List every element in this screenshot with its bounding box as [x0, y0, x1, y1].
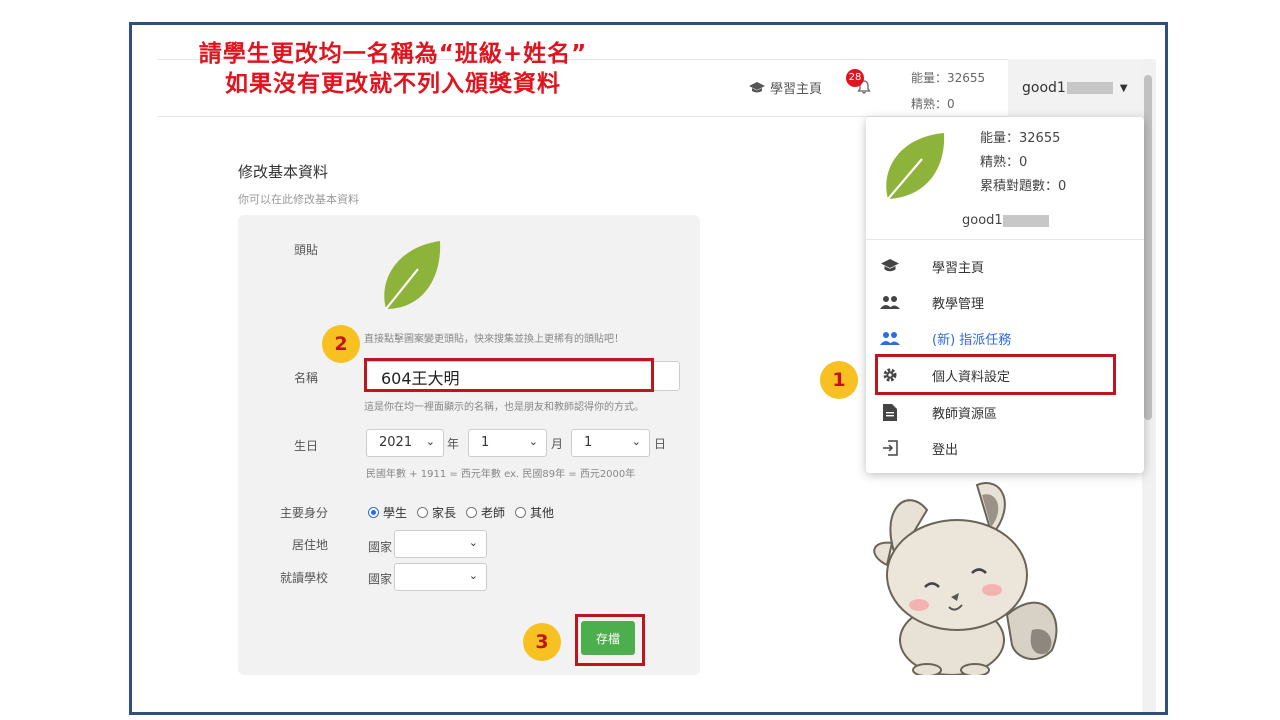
birth-day-select[interactable]: 1 ⌄ [571, 429, 650, 457]
menu-item-label: 教學管理 [932, 296, 985, 312]
dropdown-correct-count: 累積對題數：0 [980, 179, 1067, 194]
caret-down-icon: ▼ [1119, 82, 1128, 94]
dropdown-username-text: good1 [962, 213, 1003, 228]
user-menu-toggle[interactable]: good1 ▼ [1008, 59, 1142, 117]
menu-item-teacher-resources[interactable]: 教師資源區 [866, 394, 1144, 430]
document-icon [880, 402, 900, 422]
leaf-avatar-icon[interactable] [378, 239, 442, 315]
name-help: 這是你在均一裡面顯示的名稱，也是朋友和教師認得你的方式。 [364, 402, 644, 413]
radio-unchecked-icon [466, 507, 478, 518]
nav-username: good1 [1022, 80, 1066, 96]
month-unit: 月 [551, 437, 564, 451]
notification-count-badge: 28 [846, 69, 864, 87]
avatar-help: 直接點擊圖案變更頭貼，快來搜集並換上更稀有的頭貼吧！ [364, 334, 624, 345]
birth-month-select[interactable]: 1 ⌄ [468, 429, 547, 457]
form-title: 修改基本資料 [238, 163, 329, 181]
school-label: 就讀學校 [279, 571, 328, 585]
profile-settings-highlight-box [875, 354, 1116, 395]
role-radio-student[interactable]: 學生 [368, 504, 407, 521]
logout-icon [880, 438, 900, 458]
birth-year-value: 2021 [379, 435, 413, 450]
birth-year-select[interactable]: 2021 ⌄ [366, 429, 444, 457]
redacted-username-mask [1066, 82, 1113, 94]
step-3-badge: 3 [523, 623, 561, 661]
name-input-value[interactable]: 604王大明 [364, 358, 654, 392]
menu-item-learning-home[interactable]: 學習主頁 [866, 248, 1144, 284]
nav-energy: 能量：32655 [911, 71, 986, 85]
chevron-down-icon: ⌄ [528, 435, 538, 448]
birthday-label: 生日 [293, 439, 318, 453]
dropdown-username: good1 [962, 213, 1049, 228]
chevron-down-icon: ⌄ [468, 536, 478, 549]
role-option-label: 老師 [481, 506, 506, 520]
slide-frame: 請學生更改均一名稱為“班級+姓名” 如果沒有更改就不列入頒獎資料 學習主頁 28… [129, 22, 1168, 715]
menu-item-label: 教師資源區 [932, 406, 998, 422]
residence-label: 居住地 [291, 538, 328, 552]
birth-day-value: 1 [584, 435, 593, 450]
role-option-label: 學生 [383, 506, 408, 520]
annotation-title-line1: 請學生更改均一名稱為“班級+姓名” [198, 41, 588, 67]
users-icon [880, 328, 900, 348]
graduation-cap-icon [749, 81, 765, 92]
chevron-down-icon: ⌄ [425, 435, 435, 448]
menu-item-logout[interactable]: 登出 [866, 430, 1144, 466]
redacted-username-mask [1002, 214, 1049, 227]
avatar-label: 頭貼 [293, 243, 318, 257]
radio-unchecked-icon [515, 507, 527, 518]
menu-item-label: 學習主頁 [932, 260, 985, 276]
dropdown-divider [866, 239, 1144, 240]
users-icon [880, 292, 900, 312]
school-country-select[interactable]: ⌄ [394, 563, 487, 591]
radio-checked-icon [368, 507, 379, 518]
dropdown-energy: 能量：32655 [980, 131, 1061, 146]
scrollbar-thumb[interactable] [1144, 75, 1152, 420]
nav-stats: 能量：32655 精熟：0 [911, 65, 985, 117]
school-country-label: 國家 [368, 572, 393, 586]
residence-country-select[interactable]: ⌄ [394, 530, 487, 558]
role-radio-parent[interactable]: 家長 [417, 504, 456, 521]
dropdown-proficiency: 精熟：0 [980, 155, 1028, 170]
role-label: 主要身分 [279, 506, 328, 520]
radio-unchecked-icon [417, 507, 429, 518]
menu-item-label: (新) 指派任務 [932, 332, 1012, 348]
menu-item-label: 登出 [932, 442, 959, 458]
role-radio-group: 學生 家長 老師 其他 [368, 504, 554, 521]
menu-item-teaching-management[interactable]: 教學管理 [866, 284, 1144, 320]
notification-button[interactable]: 28 [846, 69, 874, 97]
nav-proficiency: 精熟：0 [911, 97, 955, 111]
birthday-help: 民國年數 + 1911 = 西元年數 ex. 民國89年 = 西元2000年 [366, 469, 636, 480]
nav-home-label: 學習主頁 [770, 82, 823, 97]
save-button[interactable]: 存檔 [581, 621, 635, 655]
chevron-down-icon: ⌄ [631, 435, 641, 448]
role-radio-other[interactable]: 其他 [515, 504, 554, 521]
menu-item-assign-task[interactable]: (新) 指派任務 [866, 320, 1144, 356]
dropdown-stats: 能量：32655 精熟：0 累積對題數：0 [980, 127, 1066, 199]
residence-country-label: 國家 [368, 540, 393, 554]
birth-month-value: 1 [481, 435, 490, 450]
annotation-title-line2: 如果沒有更改就不列入頒獎資料 [225, 71, 561, 97]
nav-home-link[interactable]: 學習主頁 [749, 78, 822, 97]
role-option-label: 其他 [530, 506, 555, 520]
day-unit: 日 [654, 437, 667, 451]
annotation-title: 請學生更改均一名稱為“班級+姓名” 如果沒有更改就不列入頒獎資料 [168, 39, 618, 99]
role-radio-teacher[interactable]: 老師 [466, 504, 505, 521]
user-dropdown-menu: 能量：32655 精熟：0 累積對題數：0 good1 學習主頁 教學管理 (新… [866, 117, 1144, 473]
fox-mascot-illustration [873, 482, 1058, 675]
graduation-cap-icon [880, 256, 900, 276]
step-2-badge: 2 [322, 325, 360, 363]
name-label: 名稱 [293, 371, 318, 385]
leaf-avatar-icon [886, 133, 945, 200]
chevron-down-icon: ⌄ [468, 569, 478, 582]
form-subtitle: 你可以在此修改基本資料 [238, 193, 359, 206]
year-unit: 年 [447, 437, 460, 451]
role-option-label: 家長 [432, 506, 457, 520]
step-1-badge: 1 [820, 361, 858, 399]
